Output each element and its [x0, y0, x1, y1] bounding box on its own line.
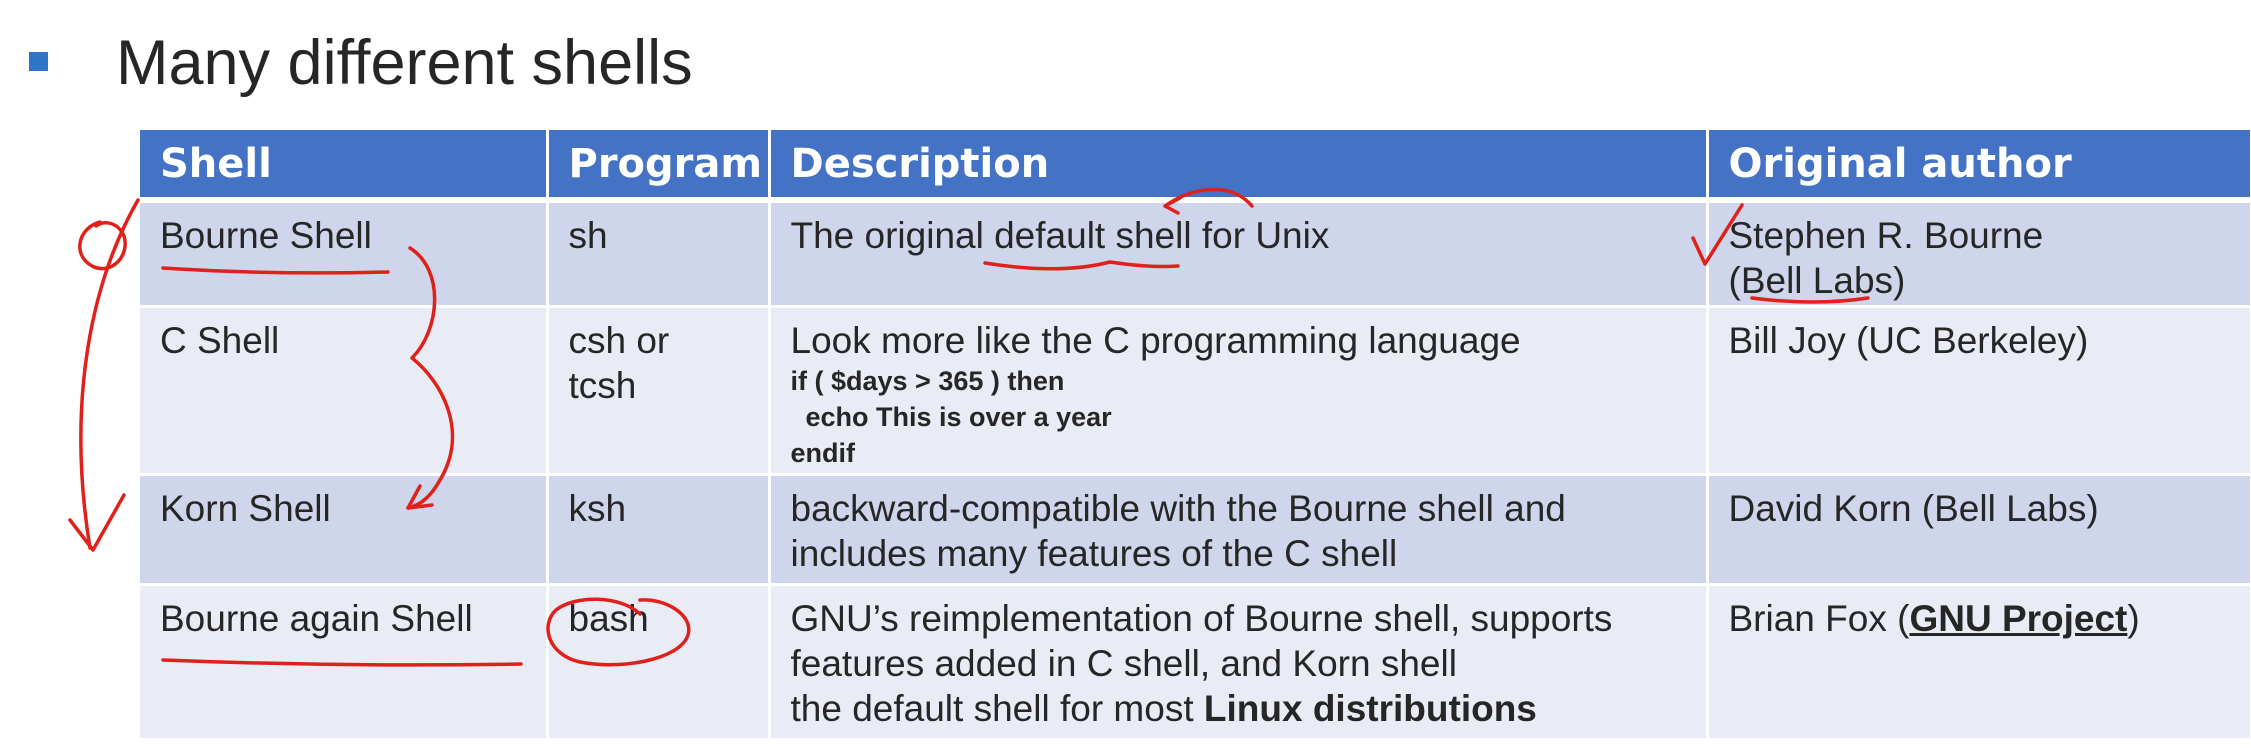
author-cell: Bill Joy (UC Berkeley): [1707, 306, 2251, 476]
author-cell: David Korn (Bell Labs): [1707, 474, 2251, 586]
description-line: backward-compatible with the Bourne shel…: [790, 487, 1566, 529]
program-cell: ksh: [547, 474, 771, 586]
description-line: GNU’s reimplementation of Bourne shell, …: [790, 597, 1613, 639]
author-cell: Brian Fox (GNU Project): [1707, 584, 2251, 741]
description-text: the default shell for most: [790, 687, 1204, 729]
program-cell: csh or tcsh: [547, 306, 771, 476]
author-text: ): [2127, 597, 2140, 639]
gnu-project-link[interactable]: GNU Project: [1909, 598, 2127, 639]
bullet-marker: [29, 52, 48, 71]
author-line: (Bell Labs): [1728, 260, 1906, 301]
author-text: Brian Fox (: [1728, 597, 1910, 639]
program-cell: sh: [547, 200, 771, 308]
description-cell: The original default shell for Unix: [769, 200, 1709, 308]
program-line: csh or: [568, 319, 670, 361]
description-cell: Look more like the C programming languag…: [769, 306, 1709, 476]
slide-title: Many different shells: [116, 28, 693, 98]
shell-cell: Korn Shell: [140, 474, 549, 586]
header-original-author: Original author: [1707, 130, 2251, 203]
description-cell: GNU’s reimplementation of Bourne shell, …: [769, 584, 1709, 741]
table-row: Bourne Shell sh The original default she…: [140, 200, 2251, 308]
header-description: Description: [769, 130, 1709, 203]
table-row: Korn Shell ksh backward-compatible with …: [140, 474, 2251, 586]
shell-cell: C Shell: [140, 306, 549, 476]
header-shell: Shell: [140, 130, 549, 203]
long-arrow-head: [68, 493, 126, 552]
description-line: includes many features of the C shell: [790, 532, 1398, 574]
description-line: features added in C shell, and Korn shel…: [790, 642, 1457, 684]
shell-cell: Bourne Shell: [140, 200, 549, 308]
description-line: Look more like the C programming languag…: [790, 319, 1521, 361]
author-cell: Stephen R. Bourne (Bell Labs): [1707, 200, 2251, 308]
code-line: if ( $days > 365 ) then: [790, 365, 1065, 396]
description-line: the default shell for most Linux distrib…: [791, 686, 1706, 731]
circle-bourne-row-marker: [78, 220, 127, 271]
shell-cell: Bourne again Shell: [140, 584, 549, 741]
code-line: endif: [790, 437, 856, 468]
table-row: C Shell csh or tcsh Look more like the C…: [140, 306, 2251, 476]
shells-table: Shell Program Description Original autho…: [140, 130, 2251, 741]
header-program: Program: [547, 130, 771, 203]
program-line: tcsh: [568, 364, 637, 406]
table-row: Bourne again Shell bash GNU’s reimplemen…: [140, 584, 2251, 741]
table-header-row: Shell Program Description Original autho…: [140, 130, 2251, 203]
linux-distributions-emphasis: Linux distributions: [1203, 687, 1537, 729]
description-cell: backward-compatible with the Bourne shel…: [769, 474, 1709, 586]
long-arrow-stroke: [79, 198, 140, 550]
code-line: echo This is over a year: [790, 401, 1112, 432]
program-cell: bash: [547, 584, 771, 741]
author-line: Stephen R. Bourne: [1728, 215, 2044, 256]
